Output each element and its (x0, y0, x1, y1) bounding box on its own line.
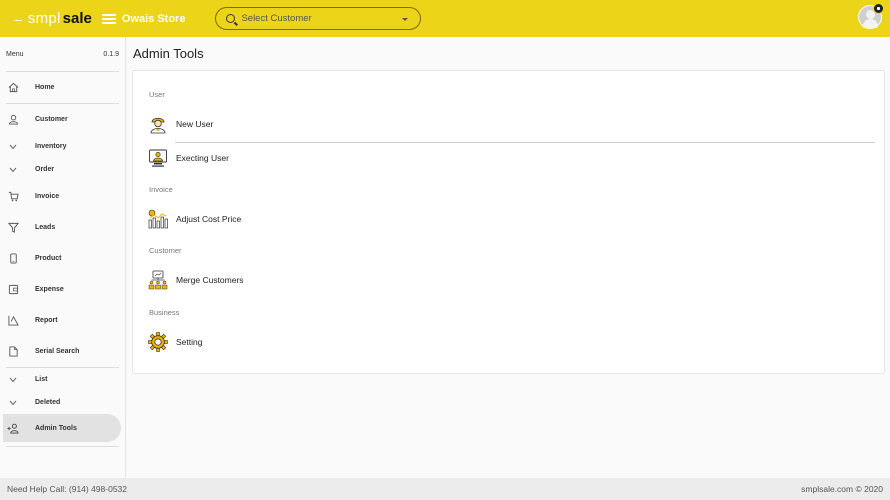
sidebar-item-invoice[interactable]: Invoice (0, 181, 125, 212)
section-label-user: User (149, 90, 165, 99)
sidebar-item-label: List (35, 376, 48, 383)
merge-customers-link[interactable]: Merge Customers (148, 270, 244, 290)
existing-user-link[interactable]: Execting User (148, 148, 229, 168)
sidebar: Menu 0.1.9 Home Customer Inventory Order… (0, 37, 126, 478)
page-title: Admin Tools (133, 46, 204, 61)
customer-search-input[interactable] (241, 13, 392, 24)
new-user-icon (148, 114, 168, 134)
sidebar-item-deleted[interactable]: Deleted (0, 391, 125, 414)
sidebar-item-serial-search[interactable]: Serial Search (0, 336, 125, 367)
logo-smpl: smpl (27, 10, 61, 27)
avatar-body (863, 19, 878, 28)
document-search-icon (7, 346, 19, 358)
sidebar-item-product[interactable]: Product (0, 243, 125, 274)
divider (6, 446, 119, 447)
section-label-invoice: Invoice (149, 185, 173, 194)
chevron-down-icon (7, 164, 19, 176)
avatar-badge-icon (873, 3, 884, 14)
user-avatar[interactable] (858, 3, 884, 29)
sidebar-item-label: Inventory (35, 143, 67, 150)
copyright: smplsale.com © 2020 (801, 484, 883, 494)
sidebar-item-report[interactable]: Report (0, 305, 125, 336)
sidebar-item-admin-tools[interactable]: Admin Tools (3, 414, 121, 442)
merge-customers-label: Merge Customers (176, 275, 244, 285)
cost-chart-icon (148, 209, 168, 229)
footer: Need Help Call: (914) 498-0532 smplsale.… (0, 478, 890, 500)
home-icon (7, 82, 19, 94)
sidebar-item-customer[interactable]: Customer (0, 104, 125, 135)
logo-dash: – (14, 10, 22, 27)
app-version: 0.1.9 (103, 50, 119, 58)
adjust-cost-price-label: Adjust Cost Price (176, 214, 242, 224)
person-icon (7, 114, 19, 126)
existing-user-icon (148, 148, 168, 168)
sidebar-item-label: Deleted (35, 399, 61, 406)
customer-select[interactable] (215, 7, 422, 30)
gear-icon (148, 332, 168, 352)
sidebar-item-label: Order (35, 166, 55, 173)
sidebar-item-inventory[interactable]: Inventory (0, 135, 125, 158)
sidebar-item-home[interactable]: Home (0, 72, 125, 103)
merge-customers-icon (148, 270, 168, 290)
chevron-down-icon (7, 397, 19, 409)
adjust-cost-price-link[interactable]: Adjust Cost Price (148, 209, 241, 229)
menu-label: Menu (6, 50, 24, 58)
chevron-down-icon (7, 141, 19, 153)
existing-user-label: Execting User (176, 153, 229, 163)
setting-link[interactable]: Setting (148, 332, 202, 352)
sidebar-item-label: Expense (35, 286, 64, 293)
divider (175, 142, 875, 143)
sidebar-item-label: Home (35, 84, 55, 91)
sidebar-item-label: Invoice (35, 193, 60, 200)
sidebar-item-list[interactable]: List (0, 368, 125, 391)
sidebar-item-label: Serial Search (35, 348, 80, 355)
admin-tools-card: User New User Execting User Invoice Adju… (132, 70, 885, 374)
sidebar-item-order[interactable]: Order (0, 158, 125, 181)
help-phone: Need Help Call: (914) 498-0532 (7, 484, 128, 494)
new-user-label: New User (176, 119, 214, 129)
setting-label: Setting (176, 337, 203, 347)
sidebar-item-expense[interactable]: Expense (0, 274, 125, 305)
search-icon (226, 14, 236, 23)
cart-icon (7, 191, 19, 203)
section-label-customer: Customer (149, 246, 182, 255)
sidebar-header: Menu 0.1.9 (0, 37, 125, 71)
sidebar-item-label: Customer (35, 116, 68, 123)
chevron-down-icon (7, 374, 19, 386)
sidebar-item-label: Product (35, 255, 62, 262)
chevron-down-icon[interactable] (402, 18, 409, 21)
hamburger-menu-icon[interactable] (101, 13, 116, 24)
sidebar-item-leads[interactable]: Leads (0, 212, 125, 243)
sidebar-item-label: Admin Tools (35, 424, 77, 432)
filter-icon (7, 222, 19, 234)
wallet-icon (7, 284, 19, 296)
store-name[interactable]: Owais Store (122, 13, 186, 25)
chart-icon (7, 315, 19, 327)
new-user-link[interactable]: New User (148, 114, 213, 134)
top-bar: – smpl sale Owais Store (0, 0, 890, 37)
section-label-business: Business (149, 308, 180, 317)
sidebar-item-label: Report (35, 317, 58, 324)
app-logo[interactable]: – smpl sale (14, 10, 92, 27)
admin-user-icon (7, 422, 19, 434)
sidebar-item-label: Leads (35, 224, 56, 231)
logo-sale: sale (62, 10, 92, 27)
phone-icon (7, 253, 19, 265)
